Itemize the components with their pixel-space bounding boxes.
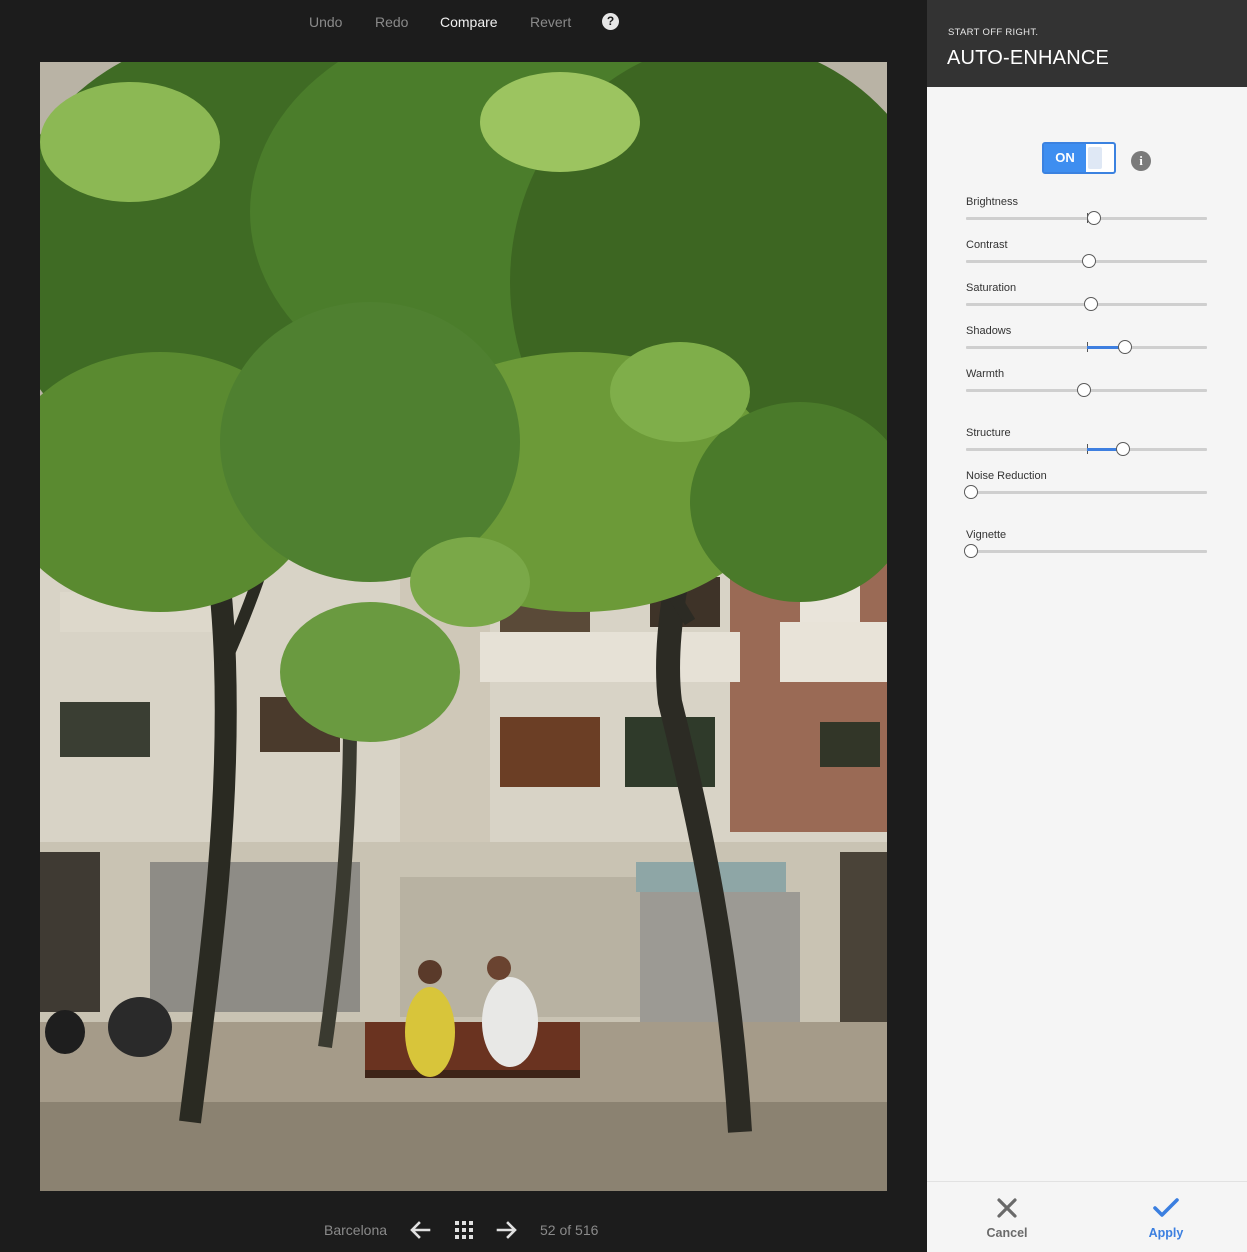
revert-button[interactable]: Revert	[530, 14, 571, 30]
arrow-right-icon[interactable]	[496, 1219, 518, 1241]
panel-header: START OFF RIGHT. AUTO-ENHANCE	[927, 0, 1247, 87]
cancel-button[interactable]: Cancel	[967, 1197, 1047, 1240]
slider-track[interactable]	[964, 485, 1207, 499]
slider-label: Contrast	[966, 239, 1008, 251]
album-name: Barcelona	[324, 1222, 388, 1238]
edit-panel: START OFF RIGHT. AUTO-ENHANCE ON i Brigh…	[927, 0, 1247, 1252]
arrow-left-icon[interactable]	[409, 1219, 431, 1241]
compare-button[interactable]: Compare	[440, 14, 498, 30]
panel-footer: Cancel Apply	[927, 1181, 1247, 1252]
slider-thumb[interactable]	[1082, 254, 1096, 268]
edited-photo	[40, 62, 887, 1191]
photo-viewer: Undo Redo Compare Revert ? Barcelona 52 …	[0, 0, 927, 1252]
slider-label: Saturation	[966, 282, 1017, 294]
toggle-on-label: ON	[1044, 144, 1086, 172]
slider-track[interactable]	[966, 297, 1207, 311]
slider-label: Brightness	[966, 196, 1018, 208]
slider-thumb[interactable]	[1116, 442, 1130, 456]
help-icon[interactable]: ?	[602, 13, 619, 30]
redo-button[interactable]: Redo	[375, 14, 408, 30]
cancel-label: Cancel	[986, 1226, 1028, 1240]
slider-thumb[interactable]	[1077, 383, 1091, 397]
slider-track[interactable]	[966, 383, 1207, 397]
slider-track[interactable]	[964, 544, 1207, 558]
info-icon[interactable]: i	[1131, 151, 1151, 171]
slider-thumb[interactable]	[1084, 297, 1098, 311]
auto-enhance-toggle[interactable]: ON	[1042, 142, 1116, 174]
apply-button[interactable]: Apply	[1126, 1197, 1206, 1240]
grid-icon[interactable]	[455, 1221, 473, 1239]
slider-label: Warmth	[966, 368, 1005, 380]
slider-label: Structure	[966, 427, 1011, 439]
checkmark-icon	[1153, 1198, 1179, 1217]
slider-label: Noise Reduction	[966, 470, 1047, 482]
slider-thumb[interactable]	[964, 544, 978, 558]
close-icon	[997, 1198, 1017, 1218]
panel-subtitle: START OFF RIGHT.	[948, 27, 1039, 38]
undo-button[interactable]: Undo	[309, 14, 342, 30]
panel-title: AUTO-ENHANCE	[947, 47, 1110, 69]
slider-track[interactable]	[966, 340, 1207, 354]
slider-thumb[interactable]	[964, 485, 978, 499]
apply-label: Apply	[1148, 1226, 1184, 1240]
photo-illustration	[40, 62, 887, 1191]
slider-thumb[interactable]	[1087, 211, 1101, 225]
slider-label: Shadows	[966, 325, 1012, 337]
photo-counter: 52 of 516	[540, 1222, 599, 1238]
slider-label: Vignette	[966, 529, 1007, 541]
toggle-knob	[1088, 147, 1102, 169]
slider-track[interactable]	[966, 254, 1207, 268]
slider-track[interactable]	[966, 442, 1207, 456]
slider-track[interactable]	[966, 211, 1207, 225]
slider-thumb[interactable]	[1118, 340, 1132, 354]
